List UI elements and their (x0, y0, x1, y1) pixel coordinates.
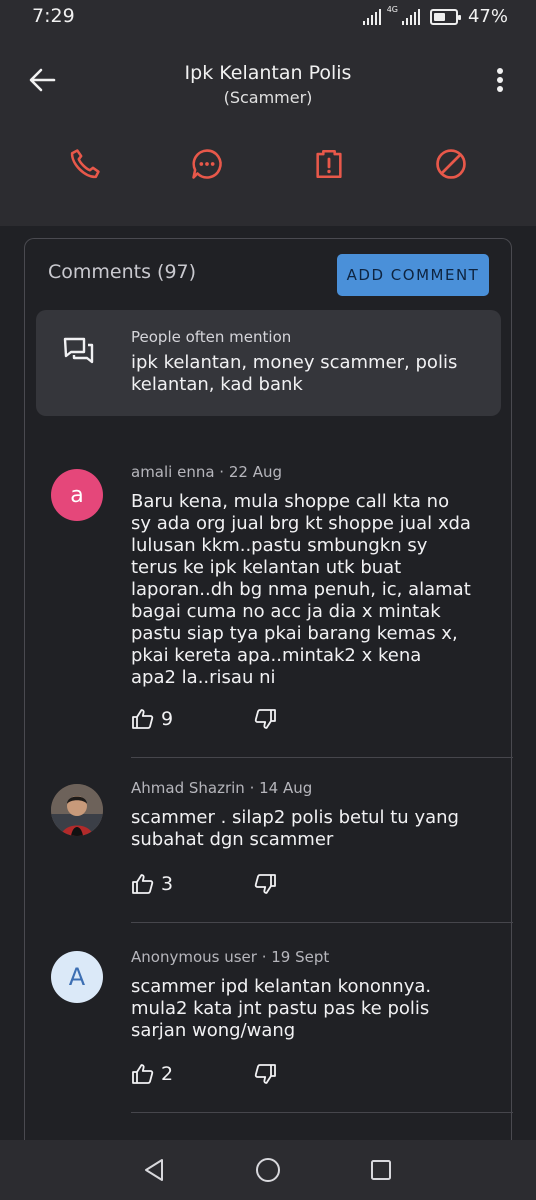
battery-icon (429, 8, 461, 25)
add-comment-button[interactable]: ADD COMMENT (337, 254, 489, 296)
dislike-button[interactable] (253, 707, 277, 735)
triangle-back-icon (145, 1159, 163, 1181)
back-button[interactable] (24, 62, 60, 98)
system-nav-bar (0, 1140, 536, 1200)
thumb-down-icon (254, 874, 276, 894)
mentions-heading: People often mention (131, 328, 292, 346)
profile-photo-icon (51, 784, 103, 836)
comment-text: scammer . silap2 polis betul tu yang sub… (131, 807, 459, 850)
status-time: 7:29 (32, 5, 75, 27)
like-count: 3 (161, 873, 174, 895)
page-subtitle: (Scammer) (223, 88, 313, 107)
comment-text: Baru kena, mula shoppe call kta no sy ad… (131, 491, 471, 688)
more-vert-icon (497, 68, 503, 74)
comment-meta: Anonymous user · 19 Sept (131, 948, 330, 966)
thumb-up-icon (132, 874, 154, 894)
nav-recents-button[interactable] (367, 1156, 395, 1184)
thumb-down-icon (254, 1064, 276, 1084)
dislike-button[interactable] (253, 872, 277, 900)
signal-icon-2 (401, 8, 420, 25)
like-count: 2 (161, 1063, 174, 1085)
block-button[interactable] (431, 144, 471, 184)
like-count: 9 (161, 708, 174, 730)
arrow-left-icon (29, 68, 56, 92)
divider (131, 922, 513, 923)
nav-home-button[interactable] (254, 1156, 282, 1184)
avatar: a (51, 469, 103, 521)
app-header: Ipk Kelantan Polis (Scammer) (0, 36, 536, 226)
comment-text: scammer ipd kelantan kononnya. mula2 kat… (131, 976, 432, 1041)
dislike-button[interactable] (253, 1062, 277, 1090)
status-bar: 7:29 4G 47% (0, 0, 536, 36)
phone-icon (70, 149, 100, 179)
avatar: A (51, 951, 103, 1003)
circle-home-icon (256, 1158, 280, 1182)
comment-meta: amali enna · 22 Aug (131, 463, 282, 481)
comment-meta: Ahmad Shazrin · 14 Aug (131, 779, 313, 797)
call-button[interactable] (65, 144, 105, 184)
comments-card: Comments (97) ADD COMMENT People often m… (24, 238, 513, 1168)
more-options-button[interactable] (488, 64, 512, 96)
mentions-box: People often mention ipk kelantan, money… (36, 310, 501, 416)
divider (131, 1112, 513, 1113)
signal-icon (362, 8, 381, 25)
like-button[interactable]: 2 (131, 1062, 173, 1086)
report-button[interactable] (309, 144, 349, 184)
block-icon (436, 149, 466, 179)
square-recents-icon (371, 1160, 391, 1180)
comments-title: Comments (97) (48, 261, 197, 283)
report-icon (316, 149, 342, 179)
message-button[interactable] (187, 144, 227, 184)
thumb-down-icon (254, 709, 276, 729)
network-label: 4G (386, 5, 398, 14)
mentions-text: ipk kelantan, money scammer, polis kelan… (131, 352, 458, 395)
status-icons: 4G 47% (362, 5, 508, 27)
forum-icon (63, 337, 94, 364)
like-button[interactable]: 9 (131, 707, 173, 731)
thumb-up-icon (132, 709, 154, 729)
divider (131, 757, 513, 758)
page-title: Ipk Kelantan Polis (184, 62, 352, 84)
like-button[interactable]: 3 (131, 872, 173, 896)
avatar (51, 784, 103, 836)
nav-back-button[interactable] (140, 1156, 168, 1184)
thumb-up-icon (132, 1064, 154, 1084)
battery-percent: 47% (467, 6, 508, 27)
title-block: Ipk Kelantan Polis (Scammer) (100, 62, 436, 107)
message-icon (192, 149, 222, 179)
